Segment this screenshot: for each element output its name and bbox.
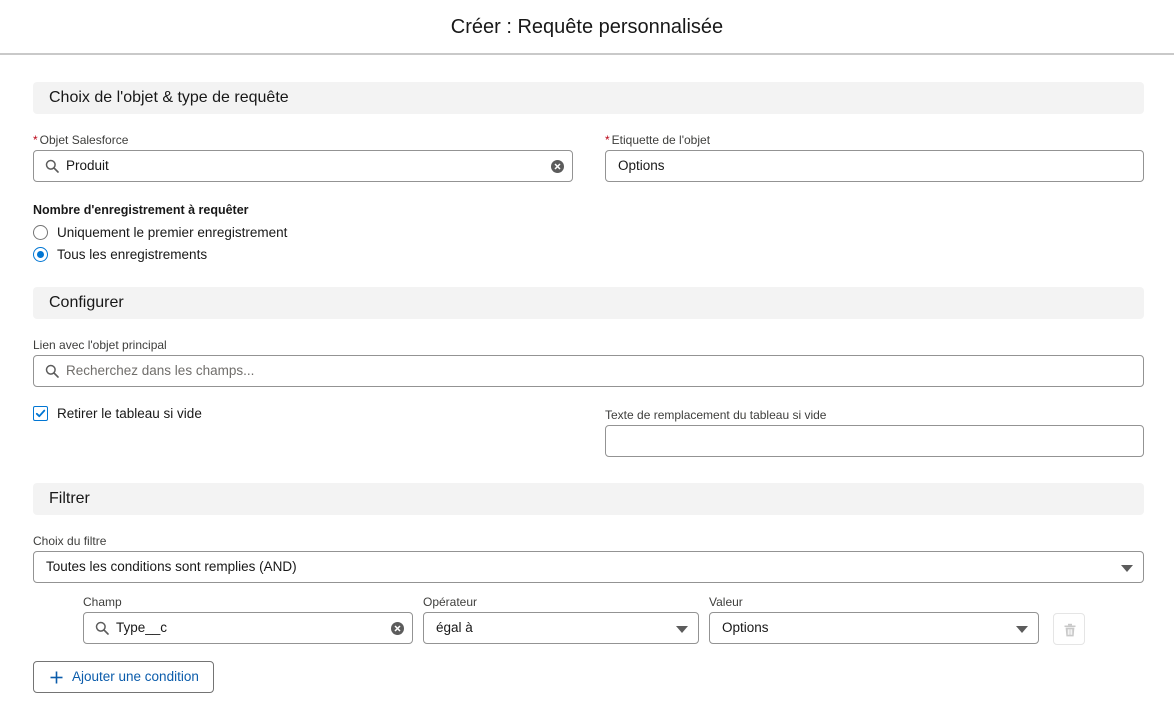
link-search-input[interactable]: Recherchez dans les champs... [33, 355, 1144, 387]
filter-choice-label: Choix du filtre [33, 534, 107, 548]
checkmark-icon [35, 409, 46, 417]
condition-value-label: Valeur [709, 595, 743, 609]
section-header-configure: Configurer [33, 287, 1144, 319]
radio-label: Uniquement le premier enregistrement [57, 224, 288, 240]
trash-icon [1064, 623, 1076, 637]
section-header-filter: Filtrer [33, 483, 1144, 515]
radio-button[interactable] [33, 224, 48, 240]
checkbox-checked[interactable] [33, 405, 48, 421]
condition-operator-combobox[interactable]: égal à [423, 612, 699, 644]
link-search-placeholder: Recherchez dans les champs... [66, 363, 255, 378]
object-label-field-label: * Etiquette de l'objet [605, 133, 711, 147]
clear-icon[interactable] [551, 160, 564, 173]
object-label-input[interactable]: Options [605, 150, 1144, 182]
condition-operator-value: égal à [436, 620, 473, 635]
condition-field-value: Type__c [116, 620, 168, 635]
search-icon [45, 364, 59, 378]
condition-operator-label: Opérateur [423, 595, 478, 609]
section-header-object: Choix de l'objet & type de requête [33, 82, 1144, 114]
condition-value-value: Options [722, 620, 769, 635]
required-marker: * [605, 133, 610, 147]
search-icon [95, 621, 109, 635]
object-salesforce-label: * Objet Salesforce [33, 133, 129, 147]
clear-icon[interactable] [391, 622, 404, 635]
condition-field-label: Champ [83, 595, 122, 609]
replacement-text-input[interactable] [605, 425, 1144, 457]
checkbox-label: Retirer le tableau si vide [57, 405, 202, 421]
object-salesforce-lookup[interactable]: Produit [33, 150, 573, 182]
modal-header: Créer : Requête personnalisée [0, 0, 1174, 55]
plus-icon [50, 671, 63, 684]
delete-condition-button[interactable] [1053, 613, 1085, 645]
object-label-value: Options [618, 158, 665, 173]
chevron-down-icon [1121, 565, 1133, 572]
remove-if-empty-checkbox[interactable]: Retirer le tableau si vide [33, 404, 202, 422]
add-condition-label: Ajouter une condition [72, 669, 199, 684]
required-marker: * [33, 133, 38, 147]
radio-button-selected[interactable] [33, 246, 48, 262]
filter-choice-value: Toutes les conditions sont remplies (AND… [46, 559, 297, 574]
condition-value-combobox[interactable]: Options [709, 612, 1039, 644]
add-condition-button[interactable]: Ajouter une condition [33, 661, 214, 693]
link-field-label: Lien avec l'objet principal [33, 338, 167, 352]
radio-all-records[interactable]: Tous les enregistrements [33, 245, 207, 263]
record-count-label: Nombre d'enregistrement à requêter [33, 203, 249, 217]
radio-label: Tous les enregistrements [57, 246, 208, 262]
search-icon [45, 159, 59, 173]
condition-field-lookup[interactable]: Type__c [83, 612, 413, 644]
page-title: Créer : Requête personnalisée [450, 16, 724, 38]
chevron-down-icon [1016, 626, 1028, 633]
radio-first-record[interactable]: Uniquement le premier enregistrement [33, 223, 287, 241]
replacement-text-label: Texte de remplacement du tableau si vide [605, 408, 827, 422]
filter-choice-combobox[interactable]: Toutes les conditions sont remplies (AND… [33, 551, 1144, 583]
chevron-down-icon [676, 626, 688, 633]
object-salesforce-value: Produit [66, 158, 109, 173]
